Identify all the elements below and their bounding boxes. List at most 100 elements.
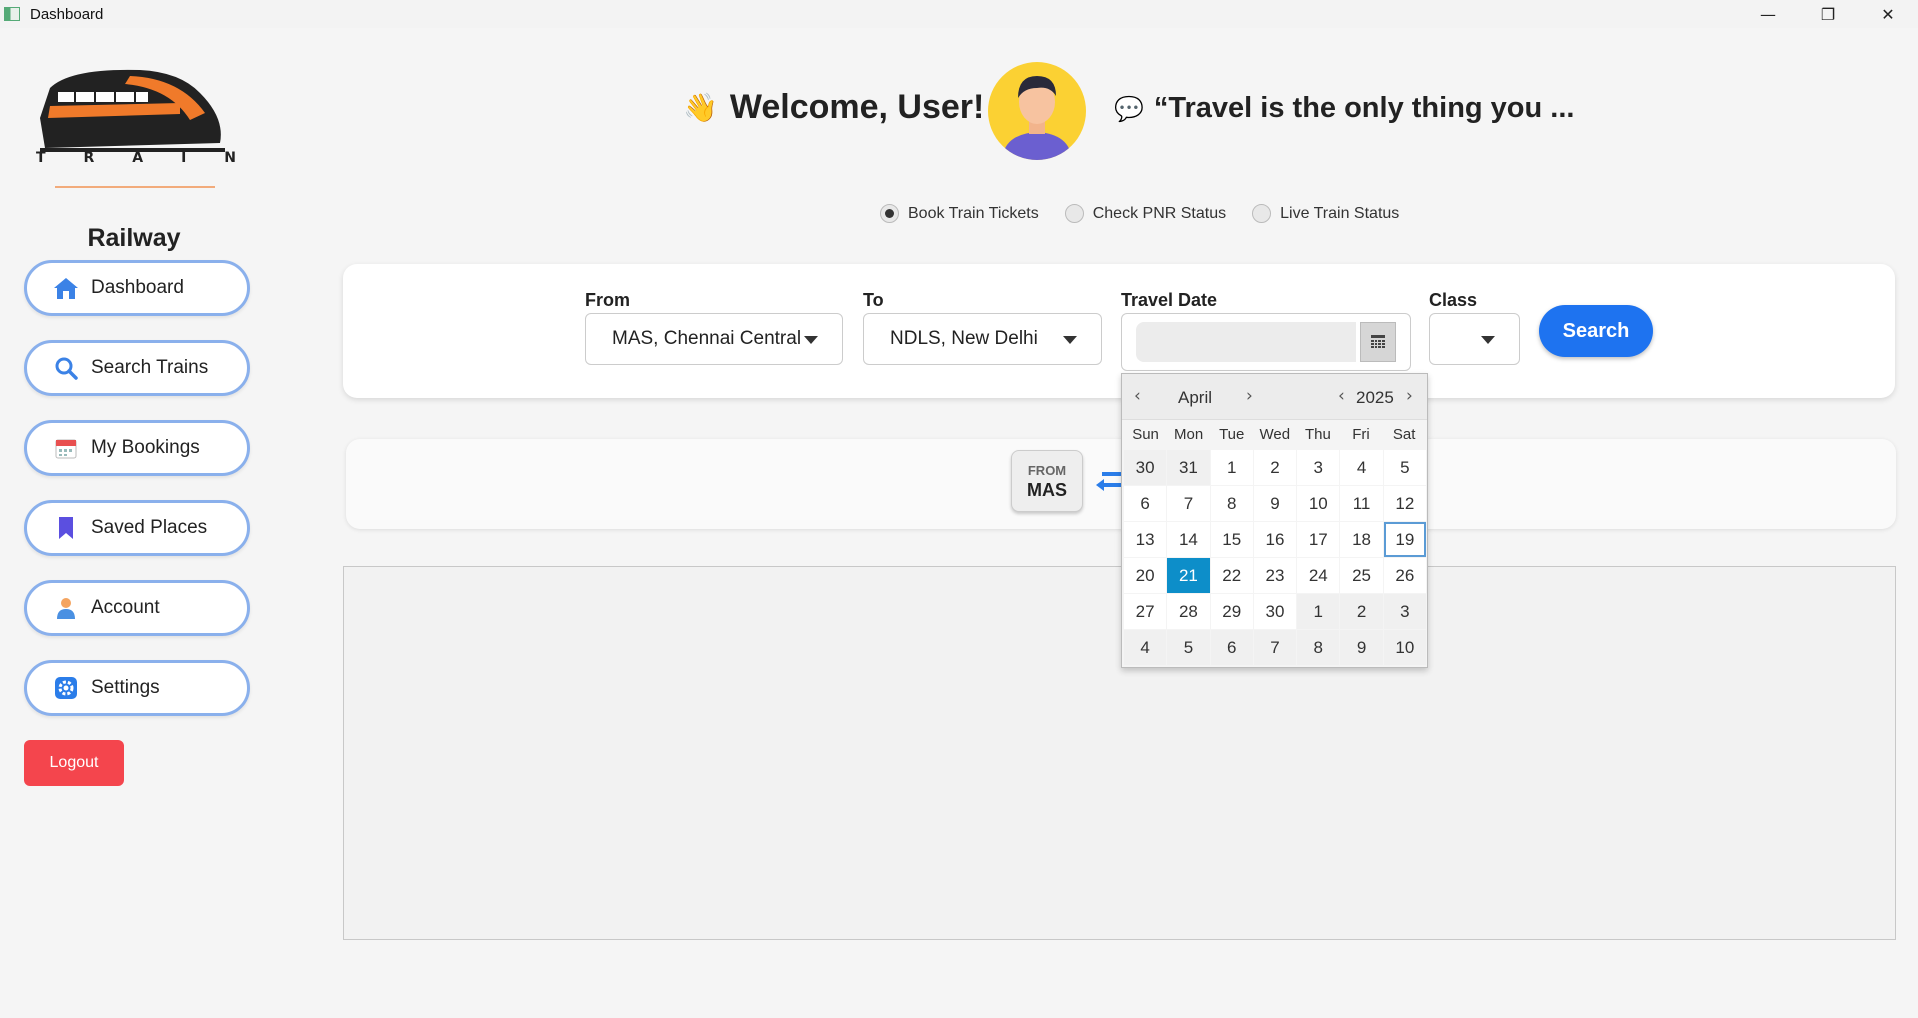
calendar-day[interactable]: 8 [1297, 630, 1340, 665]
calendar-day[interactable]: 4 [1340, 450, 1383, 485]
calendar-day[interactable]: 15 [1210, 522, 1253, 557]
nav-saved-places-label: Saved Places [91, 517, 208, 538]
calendar-day[interactable]: 2 [1340, 594, 1383, 629]
calendar-day[interactable]: 23 [1253, 558, 1297, 593]
calendar-day[interactable]: 10 [1297, 486, 1340, 521]
calendar-day[interactable]: 5 [1383, 450, 1426, 485]
calendar-day[interactable]: 20 [1124, 558, 1167, 593]
gear-icon [53, 675, 79, 701]
calendar-day-grid: 30 31 1 2 3 4 5 6 7 8 9 10 11 12 13 14 15 16 17 18 19 20 21 22 2… [1124, 450, 1426, 665]
results-panel [343, 566, 1896, 940]
maximize-button[interactable]: ❐ [1798, 0, 1858, 28]
from-badge-code: MAS [1027, 480, 1067, 500]
calendar-toggle-button[interactable] [1360, 322, 1396, 362]
calendar-day[interactable]: 16 [1253, 522, 1297, 557]
search-icon [53, 355, 79, 381]
window-controls: — ❐ ✕ [1738, 0, 1918, 28]
calendar-day[interactable]: 1 [1297, 594, 1340, 629]
calendar-day[interactable]: 27 [1124, 594, 1167, 629]
date-picker-popup: ‹ April › ‹ 2025 › Sun Mon Tue Wed Thu F… [1121, 373, 1428, 668]
calendar-day[interactable]: 9 [1253, 486, 1297, 521]
nav-account-button[interactable]: Account [24, 580, 250, 636]
class-dropdown[interactable] [1429, 313, 1520, 365]
waving-hand-icon: 👋 [683, 91, 718, 124]
calendar-day[interactable]: 19 [1383, 522, 1426, 557]
calendar-day[interactable]: 5 [1167, 630, 1210, 665]
calendar-day[interactable]: 12 [1383, 486, 1426, 521]
to-station-value: NDLS, New Delhi [890, 328, 1038, 349]
nav-saved-places-button[interactable]: Saved Places [24, 500, 250, 556]
nav-search-trains-button[interactable]: Search Trains [24, 340, 250, 396]
to-station-dropdown[interactable]: NDLS, New Delhi [863, 313, 1102, 365]
calendar-day[interactable]: 26 [1383, 558, 1426, 593]
calendar-year: 2025 [1356, 388, 1394, 407]
radio-indicator [1064, 204, 1084, 223]
calendar-day[interactable]: 18 [1340, 522, 1383, 557]
weekday-header-row: Sun Mon Tue Wed Thu Fri Sat [1124, 426, 1426, 443]
calendar-day[interactable]: 30 [1124, 450, 1167, 485]
travel-date-input[interactable] [1136, 322, 1356, 362]
swap-arrows-icon[interactable] [1094, 470, 1122, 494]
calendar-day[interactable]: 13 [1124, 522, 1167, 557]
brand-name: Railway [87, 224, 181, 252]
calendar-day[interactable]: 22 [1210, 558, 1253, 593]
calendar-day[interactable]: 25 [1340, 558, 1383, 593]
welcome-heading: 👋 Welcome, User! [683, 88, 984, 127]
radio-book-train-tickets[interactable]: Book Train Tickets [880, 204, 1039, 223]
close-button[interactable]: ✕ [1858, 0, 1918, 28]
class-label: Class [1429, 290, 1478, 310]
calendar-day[interactable]: 10 [1383, 630, 1426, 665]
nav-dashboard-button[interactable]: Dashboard [24, 260, 250, 316]
calendar-day[interactable]: 4 [1124, 630, 1167, 665]
calendar-day[interactable]: 17 [1297, 522, 1340, 557]
nav-settings-label: Settings [91, 677, 160, 698]
calendar-day[interactable]: 7 [1167, 486, 1210, 521]
nav-my-bookings-label: My Bookings [91, 437, 200, 458]
travel-date-picker [1121, 313, 1411, 371]
prev-month-button[interactable]: ‹ [1134, 386, 1141, 406]
calendar-day[interactable]: 31 [1167, 450, 1210, 485]
minimize-button[interactable]: — [1738, 0, 1798, 28]
from-station-value: MAS, Chennai Central [612, 328, 802, 349]
avatar [988, 62, 1086, 160]
calendar-day[interactable]: 2 [1253, 450, 1297, 485]
calendar-day[interactable]: 3 [1383, 594, 1426, 629]
window-title: Dashboard [30, 5, 104, 23]
nav-settings-button[interactable]: Settings [24, 660, 250, 716]
calendar-day[interactable]: 11 [1340, 486, 1383, 521]
search-button[interactable]: Search [1539, 305, 1653, 357]
logo-wordmark: T R A I N [36, 150, 236, 166]
calendar-day[interactable]: 21 [1167, 558, 1210, 593]
calendar-day[interactable]: 9 [1340, 630, 1383, 665]
calendar-day[interactable]: 28 [1167, 594, 1210, 629]
next-month-button[interactable]: › [1246, 386, 1253, 406]
calendar-day[interactable]: 29 [1210, 594, 1253, 629]
prev-year-button[interactable]: ‹ [1338, 386, 1345, 406]
calendar-day[interactable]: 30 [1253, 594, 1297, 629]
weekday-label: Sun [1132, 426, 1159, 443]
calendar-day[interactable]: 6 [1124, 486, 1167, 521]
calendar-month: April [1178, 388, 1213, 407]
to-label: To [863, 290, 884, 310]
calendar-day[interactable]: 7 [1253, 630, 1297, 665]
calendar-day[interactable]: 6 [1210, 630, 1253, 665]
radio-label: Check PNR Status [1092, 204, 1227, 222]
next-year-button[interactable]: › [1406, 386, 1413, 406]
radio-live-train-status[interactable]: Live Train Status [1252, 204, 1399, 223]
calendar-day[interactable]: 14 [1167, 522, 1210, 557]
sidebar: T R A I N Railway Dashboard Search Train… [0, 28, 330, 1018]
calendar-day[interactable]: 3 [1297, 450, 1340, 485]
chevron-down-icon [1481, 336, 1495, 344]
welcome-text: Welcome, User! [729, 88, 985, 126]
nav-my-bookings-button[interactable]: My Bookings [24, 420, 250, 476]
calendar-day[interactable]: 24 [1297, 558, 1340, 593]
travel-quote: 💬 “Travel is the only thing you ... [1114, 92, 1574, 125]
calendar-day[interactable]: 1 [1210, 450, 1253, 485]
calendar-day[interactable]: 8 [1210, 486, 1253, 521]
from-station-dropdown[interactable]: MAS, Chennai Central [585, 313, 843, 365]
quote-text: “Travel is the only thing you ... [1153, 92, 1575, 124]
from-label: From [585, 290, 630, 310]
logout-button[interactable]: Logout [24, 740, 124, 786]
radio-check-pnr-status[interactable]: Check PNR Status [1064, 204, 1227, 223]
chevron-down-icon [804, 336, 818, 344]
